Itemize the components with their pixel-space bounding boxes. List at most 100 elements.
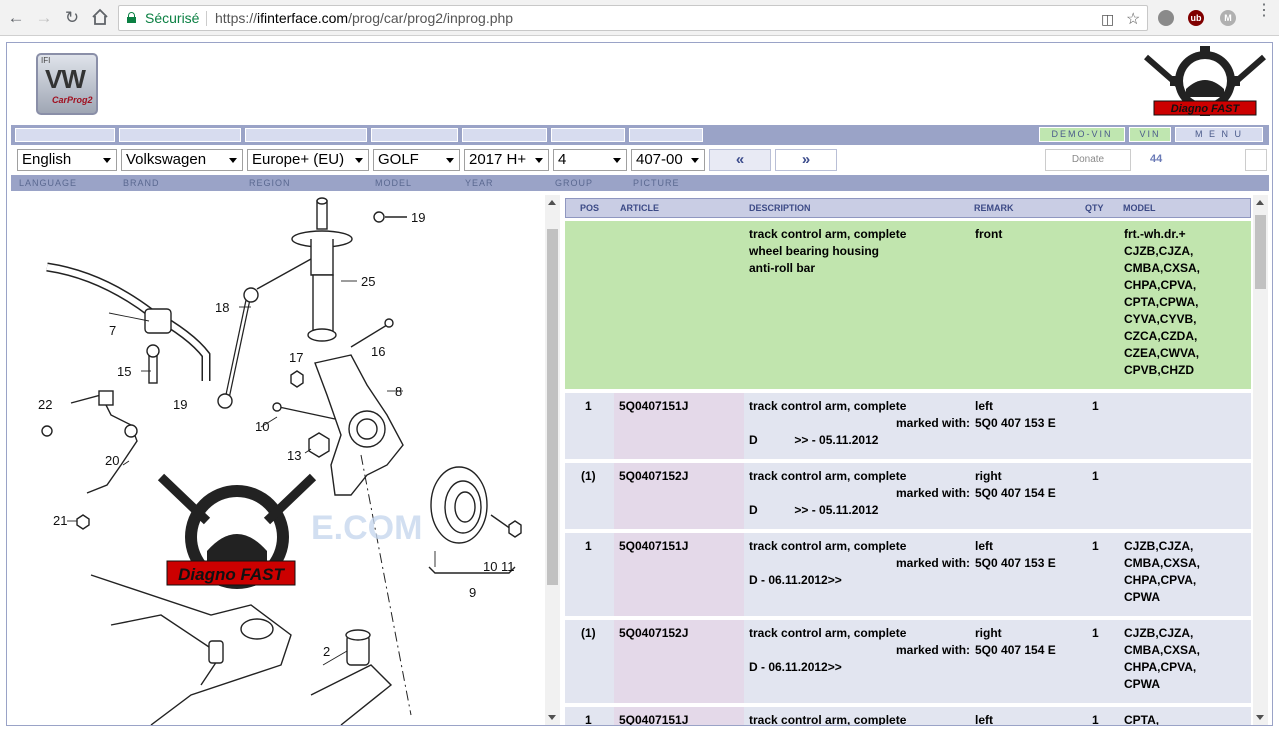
table-row[interactable]: (1) 5Q0407152J track control arm, comple… xyxy=(565,463,1251,529)
scroll-down-icon[interactable] xyxy=(1256,715,1264,720)
row-description: track control arm, complete xyxy=(749,469,907,483)
row-remark: right xyxy=(975,469,1002,483)
row-date: D - 06.11.2012>> xyxy=(749,573,842,587)
chevron-down-icon xyxy=(229,158,237,163)
table-row[interactable]: (1) 5Q0407152J track control arm, comple… xyxy=(565,620,1251,703)
menu-button[interactable]: M E N U xyxy=(1175,127,1263,142)
svg-text:11: 11 xyxy=(501,559,515,574)
group-remark: front xyxy=(975,227,1003,241)
blank-field xyxy=(371,128,458,142)
row-remark: left xyxy=(975,713,993,725)
year-select[interactable]: 2017 H+ xyxy=(464,149,549,171)
row-qty: 1 xyxy=(1092,539,1099,553)
picture-select[interactable]: 407-00 xyxy=(631,149,705,171)
row-article[interactable]: 5Q0407152J xyxy=(619,625,688,642)
row-pos: (1) xyxy=(581,626,596,640)
row-description: track control arm, complete xyxy=(749,539,907,553)
svg-text:20: 20 xyxy=(105,453,119,468)
address-bar[interactable]: Sécurisé https://ifinterface.com/prog/ca… xyxy=(118,5,1148,31)
table-row[interactable]: 1 5Q0407151J track control arm, complete… xyxy=(565,707,1251,725)
lock-icon xyxy=(127,12,136,23)
svg-text:22: 22 xyxy=(38,397,52,412)
home-icon[interactable] xyxy=(90,8,110,28)
row-remark-code: 5Q0 407 153 E xyxy=(975,556,1056,570)
svg-text:16: 16 xyxy=(371,344,385,359)
donate-button[interactable]: Donate xyxy=(1045,149,1131,171)
chevron-down-icon xyxy=(103,158,111,163)
svg-text:17: 17 xyxy=(289,350,303,365)
row-qty: 1 xyxy=(1092,469,1099,483)
label-year: YEAR xyxy=(465,178,494,188)
count-value: 44 xyxy=(1150,153,1163,165)
svg-text:13: 13 xyxy=(287,448,301,463)
blank-field xyxy=(245,128,367,142)
blank-field xyxy=(119,128,241,142)
model-select[interactable]: GOLF xyxy=(373,149,460,171)
region-select[interactable]: Europe+ (EU) xyxy=(247,149,369,171)
row-qty: 1 xyxy=(1092,399,1099,413)
forward-icon[interactable]: → xyxy=(34,8,54,28)
scroll-down-icon[interactable] xyxy=(548,715,556,720)
row-model: CJZB,CJZA, CMBA,CXSA, CHPA,CPVA, CPWA xyxy=(1124,626,1201,691)
label-picture: PICTURE xyxy=(633,178,680,188)
chrome-menu-icon[interactable]: ⋮ xyxy=(1256,3,1272,19)
profile-icon[interactable]: M xyxy=(1220,10,1236,26)
group-description: track control arm, complete wheel bearin… xyxy=(749,227,907,275)
svg-text:10: 10 xyxy=(483,559,497,574)
row-marked: marked with: xyxy=(896,416,971,430)
row-article[interactable]: 5Q0407151J xyxy=(619,712,688,725)
diagram-scrollbar[interactable] xyxy=(545,195,560,725)
chevron-down-icon xyxy=(446,158,454,163)
row-remark-code: 5Q0 407 154 E xyxy=(975,643,1056,657)
row-date: D >> - 05.11.2012 xyxy=(749,503,879,517)
blank-field xyxy=(462,128,547,142)
label-language: LANGUAGE xyxy=(19,178,78,188)
back-icon[interactable]: ← xyxy=(6,8,26,28)
diagno-fast-logo: Diagno FAST xyxy=(1144,46,1266,116)
label-group: GROUP xyxy=(555,178,594,188)
row-pos: 1 xyxy=(585,399,592,413)
parts-diagram[interactable]: 19 25 18 7 16 17 8 15 19 22 10 13 20 21 … xyxy=(11,195,539,725)
top-bar: DEMO-VIN VIN M E N U xyxy=(11,125,1269,145)
vw-carprog-logo: IFI VW CarProg2 xyxy=(36,53,98,115)
table-group-row[interactable]: track control arm, complete wheel bearin… xyxy=(565,221,1251,389)
scroll-thumb[interactable] xyxy=(1255,215,1266,289)
next-picture-button[interactable]: » xyxy=(775,149,837,171)
table-row[interactable]: 1 5Q0407151J track control arm, complete… xyxy=(565,393,1251,459)
table-scrollbar[interactable] xyxy=(1253,195,1268,725)
scroll-thumb[interactable] xyxy=(547,229,558,585)
row-remark-code: 5Q0 407 153 E xyxy=(975,416,1056,430)
header-model: MODEL xyxy=(1123,203,1156,213)
extension-icon[interactable] xyxy=(1158,10,1174,26)
vin-button[interactable]: VIN xyxy=(1129,127,1171,142)
table-header: POS ARTICLE DESCRIPTION REMARK QTY MODEL xyxy=(565,198,1251,218)
url-text[interactable]: https://ifinterface.com/prog/car/prog2/i… xyxy=(215,10,513,26)
language-select[interactable]: English xyxy=(17,149,117,171)
blank-field xyxy=(551,128,625,142)
row-article[interactable]: 5Q0407152J xyxy=(619,468,688,485)
demo-vin-button[interactable]: DEMO-VIN xyxy=(1039,127,1125,142)
svg-text:19: 19 xyxy=(173,397,187,412)
reload-icon[interactable]: ↻ xyxy=(62,8,82,28)
page-frame: IFI VW CarProg2 Diagno FAST DEMO-VIN VIN… xyxy=(6,42,1273,726)
scroll-up-icon[interactable] xyxy=(1256,200,1264,205)
table-row[interactable]: 1 5Q0407151J track control arm, complete… xyxy=(565,533,1251,616)
row-model: CJZB,CJZA, CMBA,CXSA, CHPA,CPVA, CPWA xyxy=(1124,539,1201,604)
prev-picture-button[interactable]: « xyxy=(709,149,771,171)
ublock-icon[interactable]: ub xyxy=(1188,10,1204,26)
logo-carprog: CarProg2 xyxy=(52,95,93,105)
row-article[interactable]: 5Q0407151J xyxy=(619,538,688,555)
row-article[interactable]: 5Q0407151J xyxy=(619,398,688,415)
scroll-up-icon[interactable] xyxy=(548,200,556,205)
row-description: track control arm, complete xyxy=(749,626,907,640)
group-select[interactable]: 4 xyxy=(553,149,627,171)
star-icon[interactable]: ☆ xyxy=(1126,9,1140,29)
row-date: D - 06.11.2012>> xyxy=(749,660,842,674)
chevron-down-icon xyxy=(613,158,621,163)
header-description: DESCRIPTION xyxy=(749,203,811,213)
translate-icon[interactable]: ◫ xyxy=(1101,11,1114,28)
header-pos: POS xyxy=(580,203,600,213)
label-region: REGION xyxy=(249,178,291,188)
brand-select[interactable]: Volkswagen xyxy=(121,149,243,171)
row-model: CPTA, xyxy=(1124,713,1160,725)
